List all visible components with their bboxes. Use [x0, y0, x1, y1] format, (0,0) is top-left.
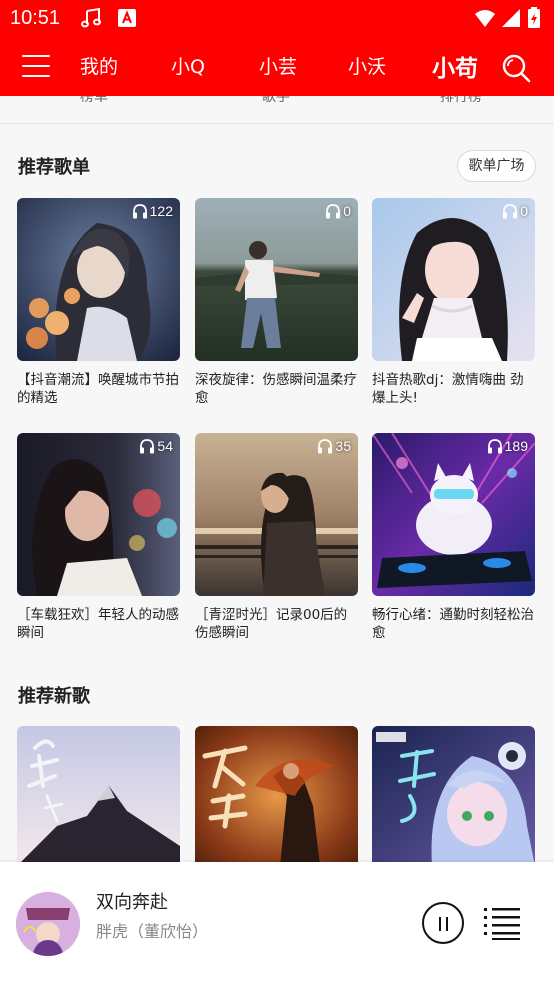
section-title-playlists: 推荐歌单 — [18, 157, 90, 178]
playlist-cover[interactable]: 0 — [195, 198, 358, 361]
cover-image — [16, 892, 80, 956]
status-bar: 10:51 — [0, 0, 554, 38]
player-artist[interactable]: 胖虎（董欣怡） — [96, 918, 208, 942]
play-count-value: 35 — [335, 438, 351, 454]
playlist-card[interactable]: 0 抖音热歌dj：激情嗨曲 劲爆上头! — [372, 198, 535, 407]
peek-label[interactable]: 排行榜 — [440, 96, 482, 106]
headphone-icon — [318, 438, 333, 453]
tab-xiaowo[interactable]: 小沃 — [348, 52, 386, 79]
play-count: 122 — [132, 203, 173, 219]
music-note-icon — [81, 7, 101, 28]
section-title-new-songs: 推荐新歌 — [18, 686, 90, 707]
playlist-title[interactable]: 深夜旋律：伤感瞬间温柔疗愈 — [195, 371, 358, 407]
play-count-value: 54 — [157, 438, 173, 454]
playlist-card[interactable]: 122 【抖音潮流】唤醒城市节拍的精选 — [17, 198, 180, 407]
playlist-card[interactable]: 0 深夜旋律：伤感瞬间温柔疗愈 — [195, 198, 358, 407]
pause-button[interactable] — [422, 902, 464, 944]
search-icon[interactable] — [500, 52, 532, 84]
playlist-icon[interactable] — [484, 906, 522, 940]
playlist-title[interactable]: 抖音热歌dj：激情嗨曲 劲爆上头! — [372, 371, 535, 407]
playlist-card[interactable]: 189 畅行心绪：通勤时刻轻松治愈 — [372, 433, 535, 642]
playlist-card[interactable]: 54 ［车载狂欢］年轻人的动感瞬间 — [17, 433, 180, 642]
cover-image — [372, 198, 535, 361]
play-count-value: 0 — [343, 203, 351, 219]
headphone-icon — [503, 203, 518, 218]
headphone-icon — [140, 438, 155, 453]
playlist-cover[interactable]: 35 — [195, 433, 358, 596]
play-count: 189 — [487, 438, 528, 454]
tab-xiaogou[interactable]: 小苟 — [432, 49, 478, 83]
headphone-icon — [132, 203, 147, 218]
play-count: 54 — [139, 438, 173, 454]
new-song-cover[interactable] — [372, 726, 535, 866]
play-count: 0 — [325, 203, 351, 219]
pause-icon — [439, 917, 441, 931]
playlist-title[interactable]: 【抖音潮流】唤醒城市节拍的精选 — [17, 371, 180, 407]
play-count: 0 — [502, 203, 528, 219]
play-count-value: 0 — [520, 203, 528, 219]
battery-icon — [528, 7, 540, 28]
app-screen: 10:51 我的 小Q 小芸 小沃 小苟 榜单 歌手 排行榜 推荐歌单 歌单广场… — [0, 0, 554, 985]
cover-image — [372, 433, 535, 596]
playlist-cover[interactable]: 0 — [372, 198, 535, 361]
tab-xiaoq[interactable]: 小Q — [171, 52, 205, 79]
status-time: 10:51 — [10, 7, 61, 29]
playlist-title[interactable]: ［车载狂欢］年轻人的动感瞬间 — [17, 606, 180, 642]
playlist-cover[interactable]: 122 — [17, 198, 180, 361]
play-count-value: 122 — [149, 203, 173, 219]
tab-xiaoyun[interactable]: 小芸 — [259, 52, 297, 79]
menu-button[interactable] — [22, 54, 50, 78]
cover-image — [17, 726, 180, 866]
cover-image — [195, 433, 358, 596]
cover-image — [195, 726, 358, 866]
cover-image — [195, 198, 358, 361]
play-count-value: 189 — [504, 438, 528, 454]
playlist-title[interactable]: ［青涩时光］记录00后的伤感瞬间 — [195, 606, 358, 642]
cover-image — [17, 433, 180, 596]
playlist-title[interactable]: 畅行心绪：通勤时刻轻松治愈 — [372, 606, 535, 642]
player-cover[interactable] — [16, 892, 80, 956]
peek-label[interactable]: 榜单 — [80, 96, 108, 106]
top-header: 10:51 我的 小Q 小芸 小沃 小苟 — [0, 0, 554, 96]
peek-label[interactable]: 歌手 — [262, 96, 290, 106]
cover-image — [372, 726, 535, 866]
channel-tabs: 我的 小Q 小芸 小沃 小苟 — [0, 38, 554, 96]
wifi-icon — [475, 10, 495, 27]
player-song-title[interactable]: 双向奔赴 — [96, 888, 168, 914]
playlist-plaza-button[interactable]: 歌单广场 — [457, 150, 536, 182]
playlist-card[interactable]: 35 ［青涩时光］记录00后的伤感瞬间 — [195, 433, 358, 642]
new-song-cover[interactable] — [17, 726, 180, 866]
play-count: 35 — [317, 438, 351, 454]
headphone-icon — [487, 438, 502, 453]
mini-player[interactable]: 双向奔赴 胖虎（董欣怡） — [0, 862, 554, 985]
playlist-cover[interactable]: 54 — [17, 433, 180, 596]
signal-icon — [502, 9, 520, 27]
tab-mine[interactable]: 我的 — [80, 52, 118, 79]
headphone-icon — [326, 203, 341, 218]
new-song-cover[interactable] — [195, 726, 358, 866]
scrolled-shortcut-row: 榜单 歌手 排行榜 — [0, 96, 554, 124]
a-badge-icon — [118, 9, 136, 27]
menu-icon — [22, 55, 50, 57]
playlist-cover[interactable]: 189 — [372, 433, 535, 596]
cover-image — [17, 198, 180, 361]
